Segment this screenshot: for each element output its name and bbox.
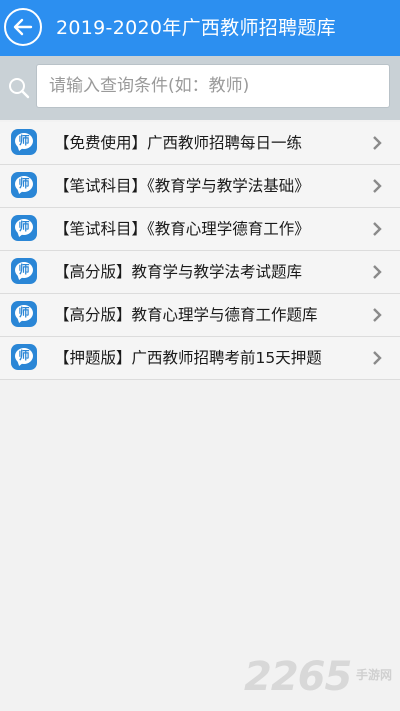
chevron-right-icon bbox=[373, 265, 382, 279]
teacher-badge-icon: 师 bbox=[11, 215, 37, 241]
list-item-label: 【高分版】教育心理学与德育工作题库 bbox=[54, 306, 318, 324]
chevron-right-icon bbox=[373, 179, 382, 193]
list-item-label: 【笔试科目】《教育心理学德育工作》 bbox=[54, 220, 310, 238]
question-bank-list: 师【免费使用】广西教师招聘每日一练师【笔试科目】《教育学与教学法基础》师【笔试科… bbox=[0, 122, 400, 380]
header-bar: 2019-2020年广西教师招聘题库 bbox=[0, 0, 400, 56]
app-screen: 2019-2020年广西教师招聘题库 师【免费使用】广西教师招聘每日一练师【笔试… bbox=[0, 0, 400, 711]
page-title: 2019-2020年广西教师招聘题库 bbox=[56, 17, 336, 39]
teacher-badge-icon: 师 bbox=[11, 258, 37, 284]
list-item-label: 【押题版】广西教师招聘考前15天押题 bbox=[54, 349, 322, 367]
list-item[interactable]: 师【笔试科目】《教育心理学德育工作》 bbox=[0, 208, 400, 251]
site-watermark: 2265 手游网 bbox=[238, 652, 398, 708]
list-item[interactable]: 师【高分版】教育心理学与德育工作题库 bbox=[0, 294, 400, 337]
search-icon[interactable] bbox=[6, 76, 30, 100]
chevron-right-icon bbox=[373, 351, 382, 365]
teacher-badge-icon: 师 bbox=[11, 172, 37, 198]
list-item[interactable]: 师【高分版】教育学与教学法考试题库 bbox=[0, 251, 400, 294]
list-item-label: 【高分版】教育学与教学法考试题库 bbox=[54, 263, 303, 281]
chevron-right-icon bbox=[373, 136, 382, 150]
list-item[interactable]: 师【免费使用】广西教师招聘每日一练 bbox=[0, 122, 400, 165]
teacher-badge-icon: 师 bbox=[11, 301, 37, 327]
search-bar bbox=[0, 56, 400, 120]
list-item-label: 【免费使用】广西教师招聘每日一练 bbox=[54, 134, 303, 152]
list-item[interactable]: 师【笔试科目】《教育学与教学法基础》 bbox=[0, 165, 400, 208]
list-item-label: 【笔试科目】《教育学与教学法基础》 bbox=[54, 177, 310, 195]
watermark-number: 2265 bbox=[244, 654, 352, 700]
chevron-right-icon bbox=[373, 222, 382, 236]
watermark-text: 手游网 bbox=[356, 668, 393, 682]
teacher-badge-icon: 师 bbox=[11, 344, 37, 370]
list-item[interactable]: 师【押题版】广西教师招聘考前15天押题 bbox=[0, 337, 400, 380]
back-arrow-icon[interactable] bbox=[4, 8, 42, 46]
chevron-right-icon bbox=[373, 308, 382, 322]
search-input[interactable] bbox=[36, 64, 390, 108]
teacher-badge-icon: 师 bbox=[11, 129, 37, 155]
